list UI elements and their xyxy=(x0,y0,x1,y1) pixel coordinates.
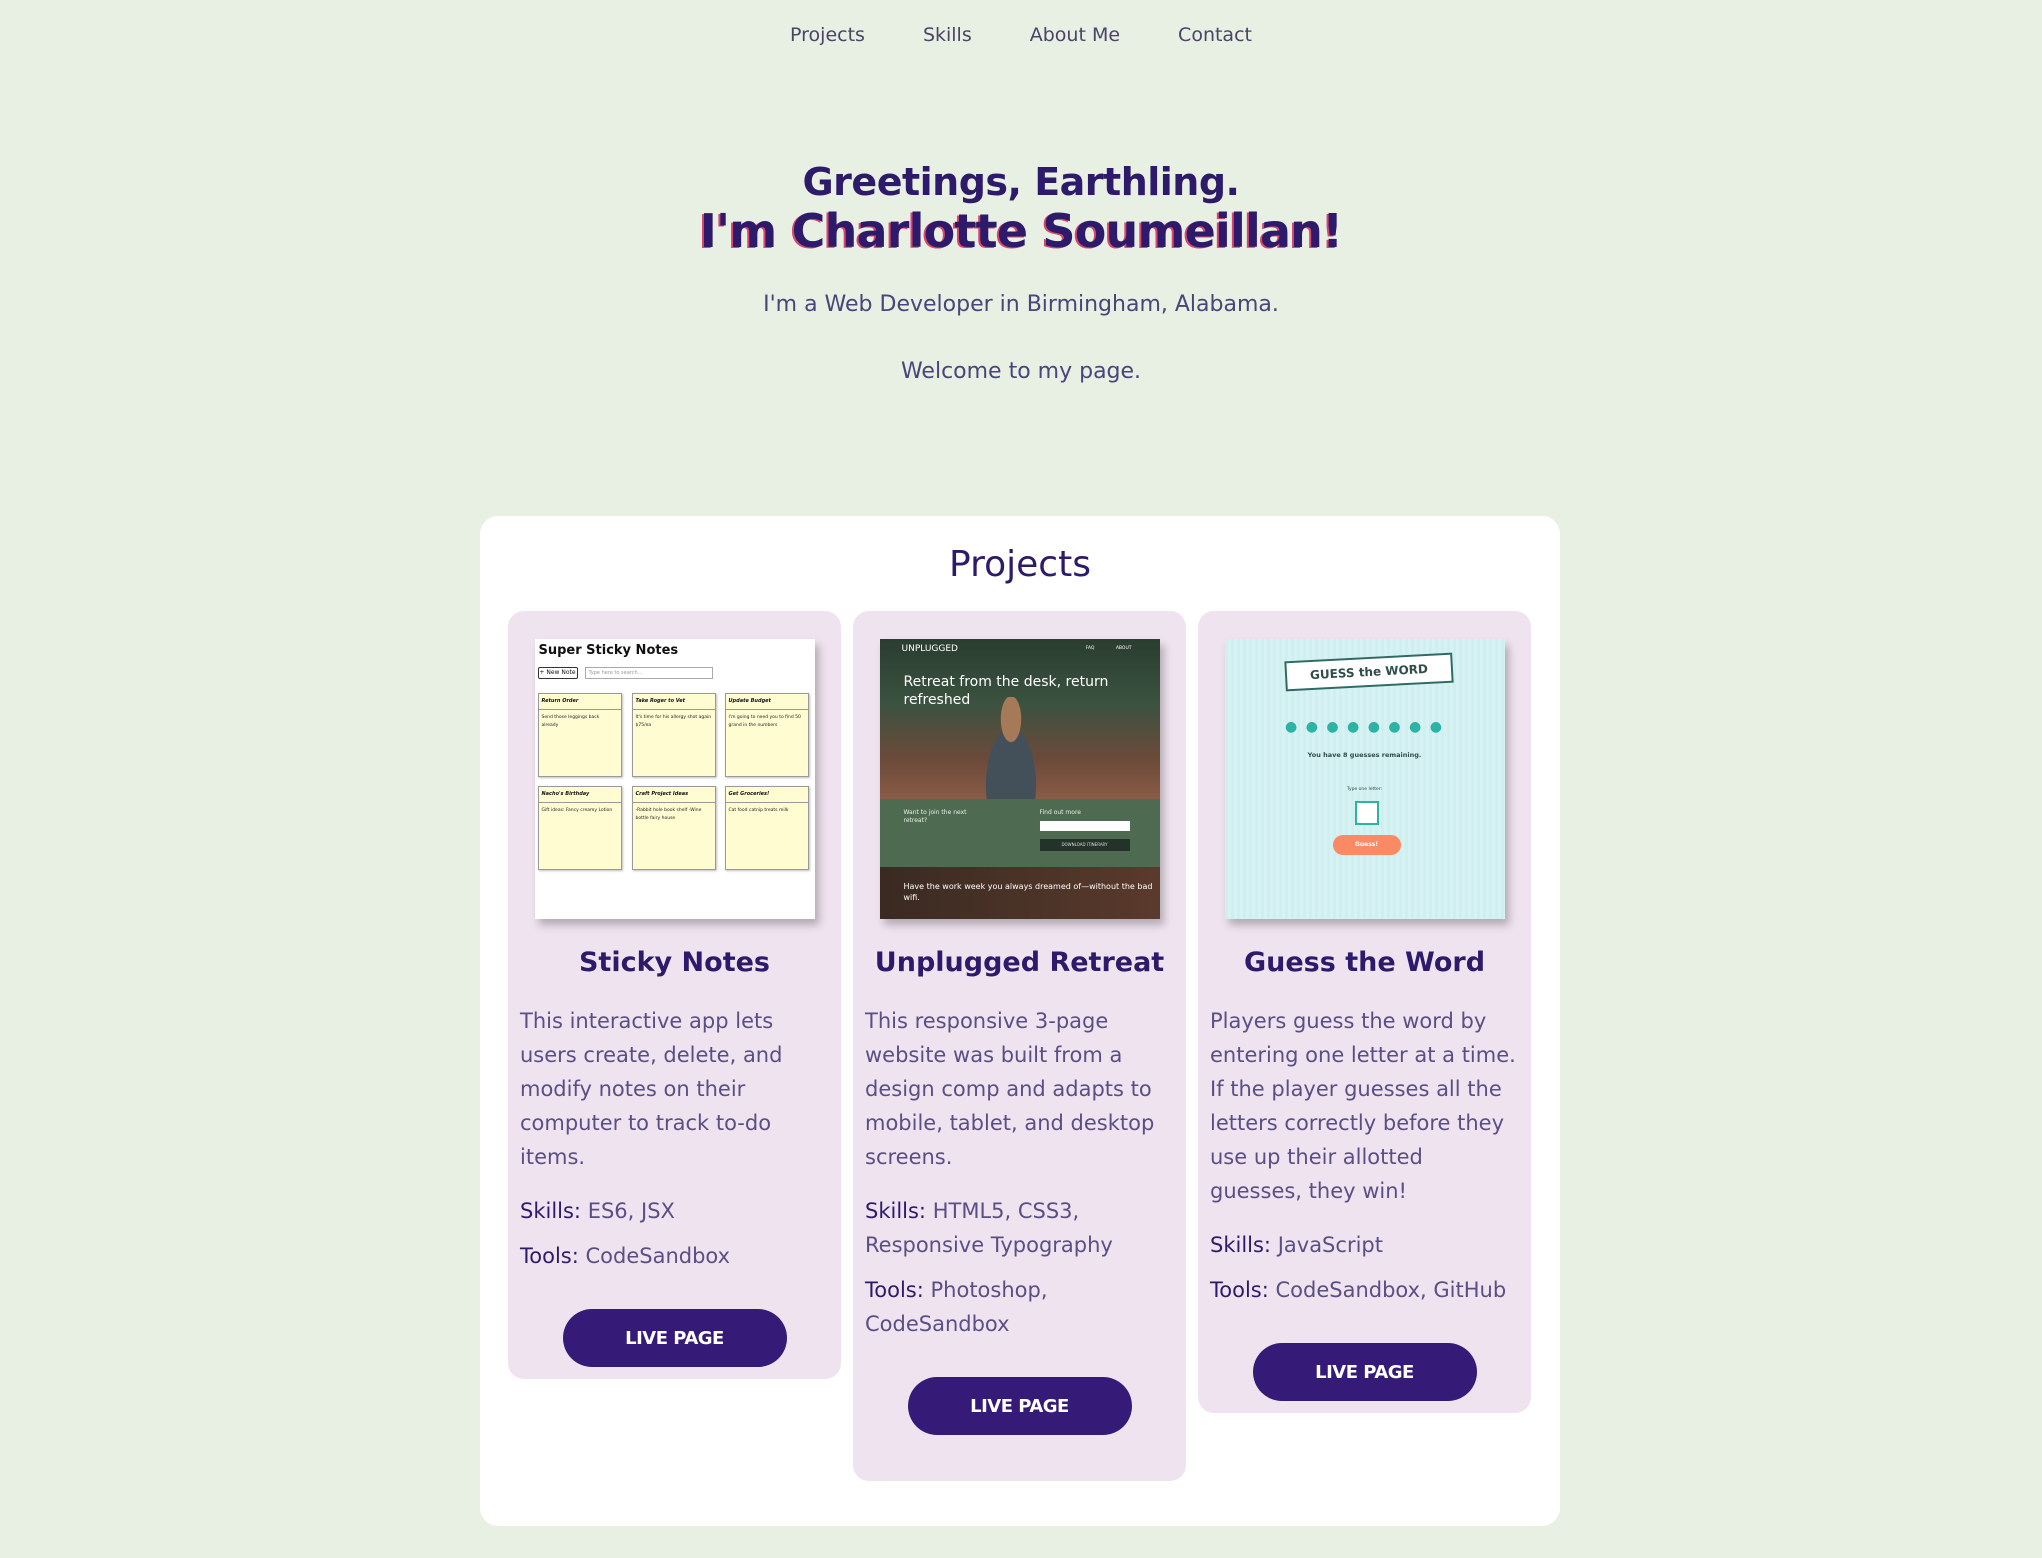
thumb-search-field: Type here to search... xyxy=(584,667,713,679)
hero-name: I'm Charlotte Soumeillan! xyxy=(699,204,1343,258)
thumb-logo: UNPLUGGED xyxy=(901,644,958,654)
unplugged-thumbnail: UNPLUGGED FAQ ABOUT Retreat from the des… xyxy=(879,639,1160,919)
guess-the-word-thumbnail: GUESS the WORD ● ● ● ● ● ● ● ● You have … xyxy=(1224,639,1505,919)
thumb-note: Return Order Send those leggings back al… xyxy=(537,693,622,777)
live-page-button[interactable]: LIVE PAGE xyxy=(562,1309,787,1367)
note-body: It's time for his allergy shot again $75… xyxy=(635,715,712,728)
skills-label: Skills: xyxy=(520,1199,582,1223)
thumb-word-dots: ● ● ● ● ● ● ● ● xyxy=(1285,719,1444,735)
project-tools: Tools: CodeSandbox xyxy=(520,1239,829,1273)
projects-title: Projects xyxy=(949,544,1091,585)
note-body: I'm going to need you to find 50 grand i… xyxy=(728,715,801,728)
thumb-note: Update Budget I'm going to need you to f… xyxy=(724,693,809,777)
thumb-band-left: Want to join the next retreat? xyxy=(903,809,967,824)
note-title: Get Groceries! xyxy=(725,787,808,803)
tools-label: Tools: xyxy=(520,1244,579,1268)
tools-label: Tools: xyxy=(1210,1278,1269,1302)
thumb-note: Craft Project Ideas -Rabbit hole book sh… xyxy=(631,786,716,870)
project-description: This responsive 3-page website was built… xyxy=(865,1009,1155,1169)
project-skills: Skills: ES6, JSX xyxy=(520,1194,829,1228)
project-card-guess-the-word: GUESS the WORD ● ● ● ● ● ● ● ● You have … xyxy=(1198,611,1531,1413)
note-title: Craft Project Ideas xyxy=(632,787,715,803)
hero-subtitle: I'm a Web Developer in Birmingham, Alaba… xyxy=(763,292,1279,317)
thumb-person-image xyxy=(971,697,1050,807)
project-tools: Tools: CodeSandbox, GitHub xyxy=(1210,1273,1519,1307)
project-card-sticky-notes: Super Sticky Notes + New Note Type here … xyxy=(508,611,841,1379)
project-description: This interactive app lets users create, … xyxy=(520,1009,783,1169)
thumb-nav: FAQ ABOUT xyxy=(1085,646,1132,651)
project-tools: Tools: Photoshop, CodeSandbox xyxy=(865,1273,1174,1341)
main-nav: Projects Skills About Me Contact xyxy=(0,24,2042,46)
thumb-email-field xyxy=(1039,821,1130,831)
thumb-letter-label: Type one letter: xyxy=(1346,787,1383,792)
note-body: Cat food catnip treats milk xyxy=(728,808,789,813)
tools-value: CodeSandbox, GitHub xyxy=(1275,1278,1507,1302)
nav-link-projects[interactable]: Projects xyxy=(790,24,865,46)
hero-greeting: Greetings, Earthling. xyxy=(802,160,1240,204)
thumb-signup-band: Want to join the next retreat? Find out … xyxy=(879,799,1160,867)
nav-link-about-me[interactable]: About Me xyxy=(1030,24,1120,46)
tools-label: Tools: xyxy=(865,1278,924,1302)
thumb-footer: Have the work week you always dreamed of… xyxy=(879,867,1160,919)
thumb-app-title: Super Sticky Notes xyxy=(538,643,679,658)
hero-welcome: Welcome to my page. xyxy=(900,359,1142,384)
projects-panel: Projects Super Sticky Notes + New Note T… xyxy=(480,516,1560,1526)
thumb-remaining: You have 8 guesses remaining. xyxy=(1307,751,1422,759)
nav-link-contact[interactable]: Contact xyxy=(1178,24,1252,46)
project-skills: Skills: JavaScript xyxy=(1210,1228,1519,1262)
project-title: Unplugged Retreat xyxy=(874,947,1165,978)
nav-link-skills[interactable]: Skills xyxy=(923,24,972,46)
thumb-letter-input xyxy=(1354,801,1379,825)
thumb-note: Get Groceries! Cat food catnip treats mi… xyxy=(724,786,809,870)
note-title: Take Roger to Vet xyxy=(632,694,715,710)
thumb-note: Nacho's Birthday Gift ideas: Fancy cream… xyxy=(537,786,622,870)
thumb-band-right: Find out more xyxy=(1039,809,1081,816)
thumb-banner: GUESS the WORD xyxy=(1283,652,1454,692)
project-title: Sticky Notes xyxy=(578,947,770,978)
hero: Greetings, Earthling. I'm Charlotte Soum… xyxy=(0,160,2042,384)
thumb-footer-text: Have the work week you always dreamed of… xyxy=(903,882,1153,902)
skills-value: ES6, JSX xyxy=(587,1199,675,1223)
note-body: -Rabbit hole book shelf -Wine bottle fai… xyxy=(635,808,702,821)
note-title: Nacho's Birthday xyxy=(538,787,621,803)
note-title: Update Budget xyxy=(725,694,808,710)
thumb-guess-button: Guess! xyxy=(1332,835,1401,855)
thumb-new-note-button: + New Note xyxy=(537,667,578,679)
live-page-button[interactable]: LIVE PAGE xyxy=(1252,1343,1477,1401)
project-skills: Skills: HTML5, CSS3, Responsive Typograp… xyxy=(865,1194,1174,1262)
thumb-headline: Retreat from the desk, return refreshed xyxy=(903,674,1109,708)
project-card-unplugged-retreat: UNPLUGGED FAQ ABOUT Retreat from the des… xyxy=(853,611,1186,1481)
project-title: Guess the Word xyxy=(1243,947,1486,978)
sticky-notes-thumbnail: Super Sticky Notes + New Note Type here … xyxy=(534,639,815,919)
live-page-button[interactable]: LIVE PAGE xyxy=(907,1377,1132,1435)
skills-value: JavaScript xyxy=(1277,1233,1383,1257)
skills-label: Skills: xyxy=(865,1199,927,1223)
tools-value: CodeSandbox xyxy=(585,1244,731,1268)
note-body: Gift ideas: Fancy creamy Lotion xyxy=(541,808,613,813)
note-title: Return Order xyxy=(538,694,621,710)
project-description: Players guess the word by entering one l… xyxy=(1210,1009,1516,1203)
thumb-download-button: DOWNLOAD ITINERARY xyxy=(1039,839,1130,851)
thumb-note: Take Roger to Vet It's time for his alle… xyxy=(631,693,716,777)
note-body: Send those leggings back already xyxy=(541,715,600,728)
skills-label: Skills: xyxy=(1210,1233,1272,1257)
